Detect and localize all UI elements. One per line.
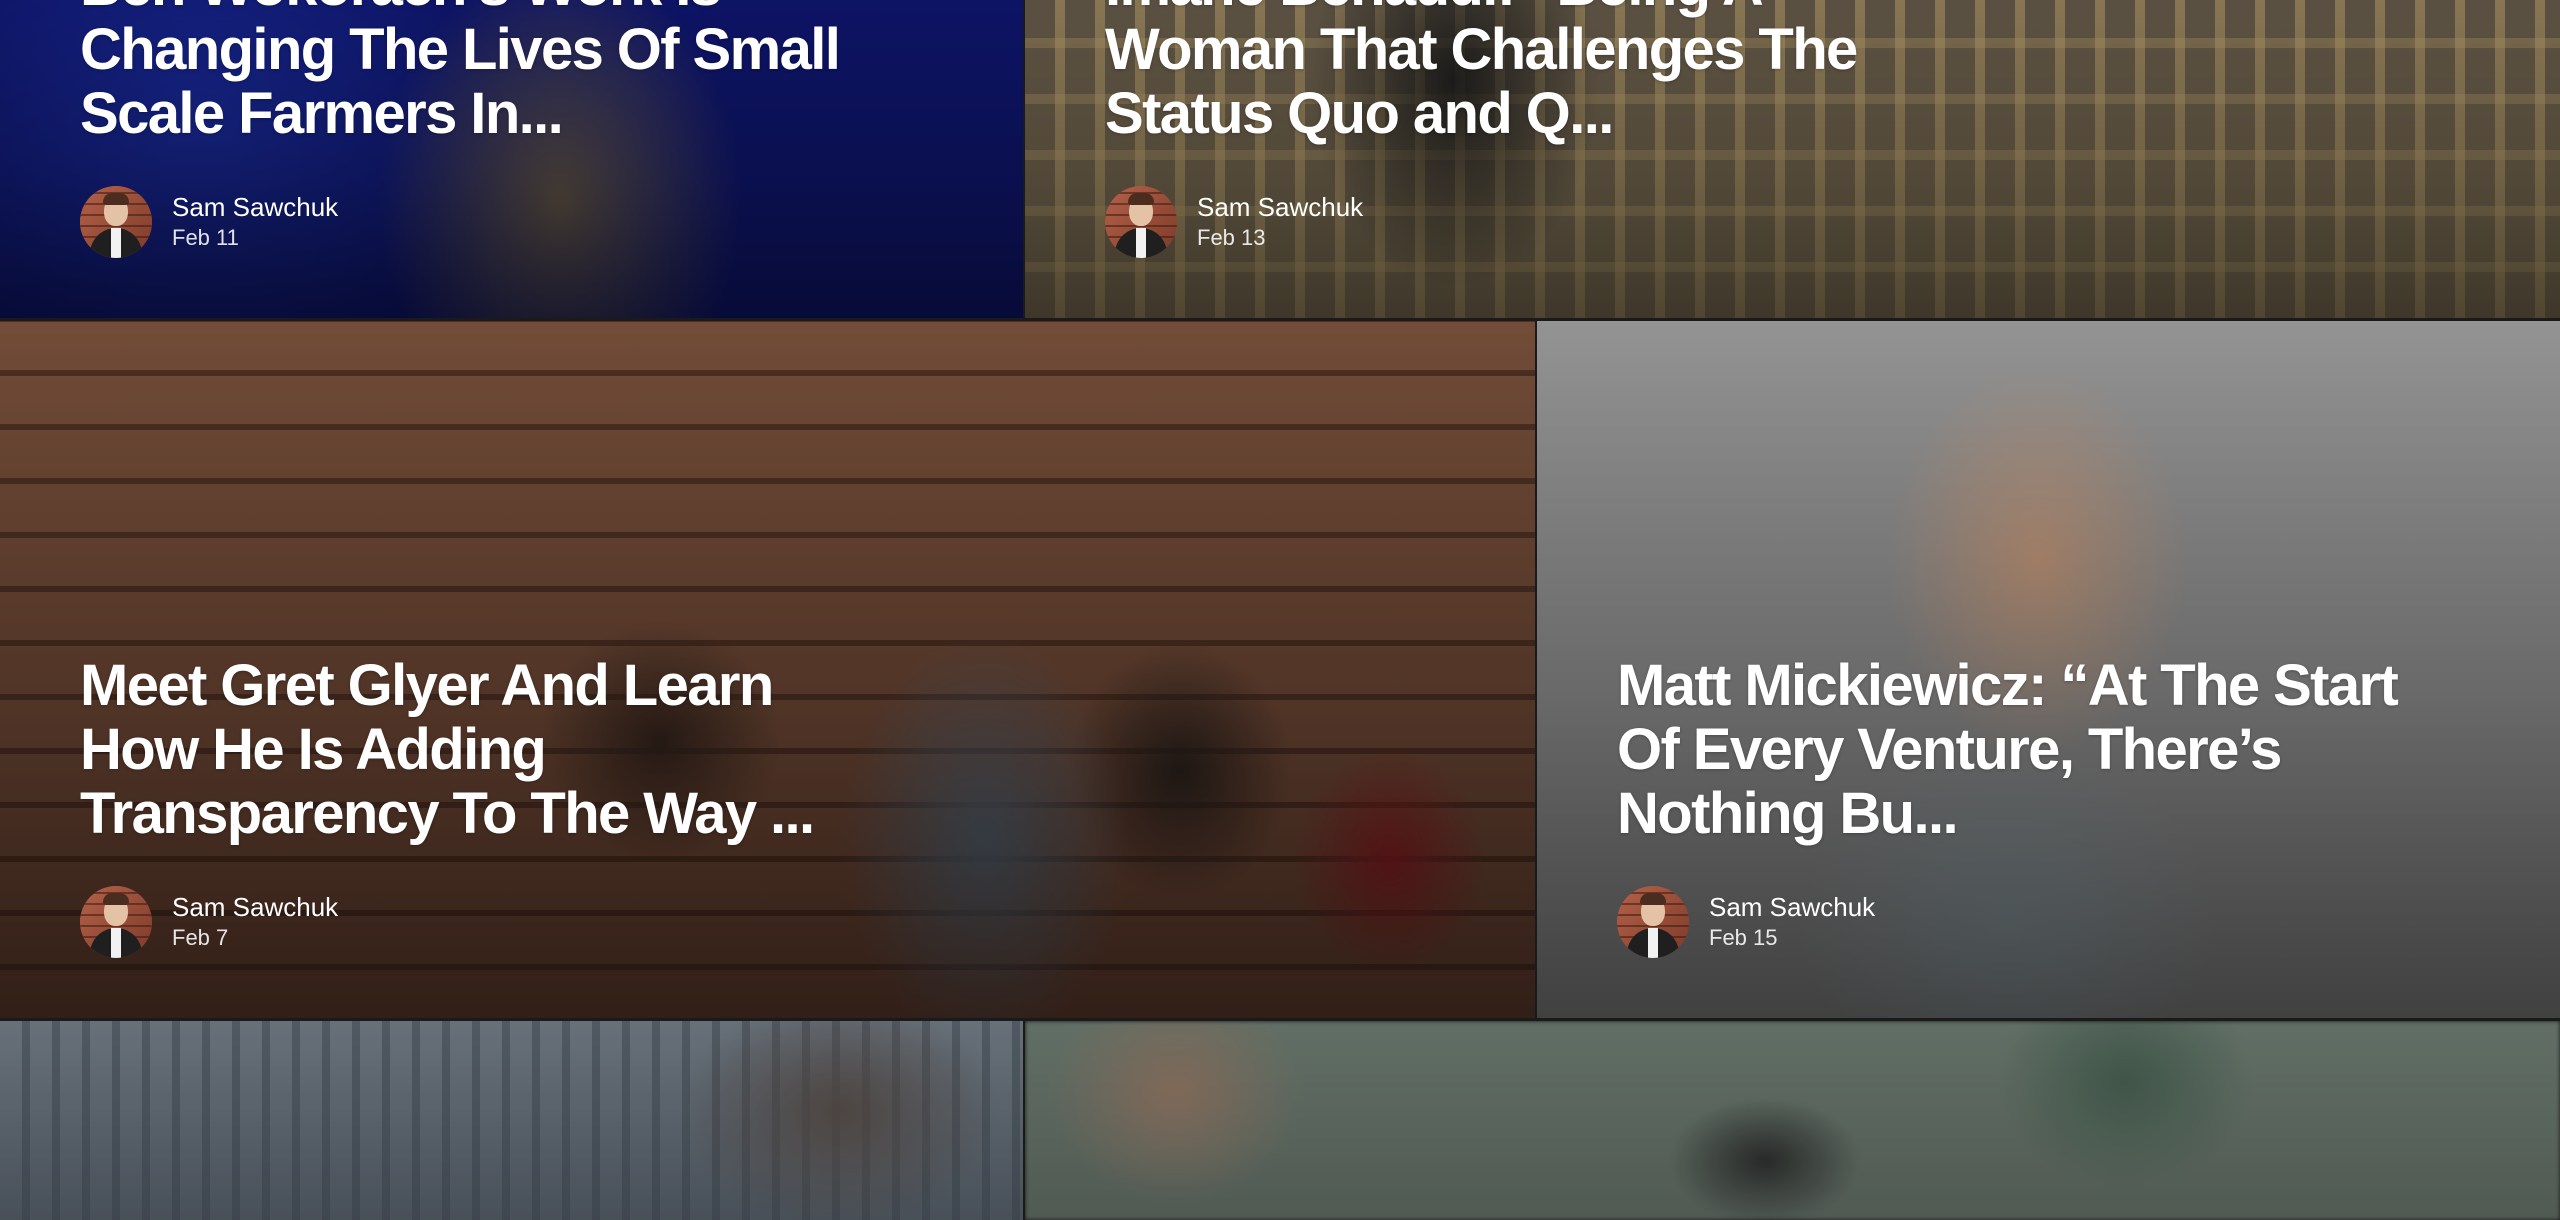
- article-author: Sam Sawchuk Feb 7: [80, 886, 1455, 958]
- article-title[interactable]: Matt Mickiewicz: “At The Start Of Every …: [1617, 654, 2457, 846]
- article-card[interactable]: [1025, 1021, 2560, 1220]
- article-date: Feb 15: [1709, 925, 1778, 950]
- author-avatar[interactable]: [80, 186, 152, 258]
- author-avatar[interactable]: [1617, 886, 1689, 958]
- article-date: Feb 13: [1197, 225, 1266, 250]
- article-author: Sam Sawchuk Feb 11: [80, 186, 943, 258]
- author-name[interactable]: Sam Sawchuk: [172, 891, 338, 923]
- article-card[interactable]: Imane Benaddi: “Being A Woman That Chall…: [1025, 0, 2560, 318]
- article-card[interactable]: Matt Mickiewicz: “At The Start Of Every …: [1537, 321, 2560, 1018]
- author-name[interactable]: Sam Sawchuk: [1197, 191, 1363, 223]
- article-author: Sam Sawchuk Feb 15: [1617, 886, 2480, 958]
- author-name[interactable]: Sam Sawchuk: [1709, 891, 1875, 923]
- article-title[interactable]: Meet Gret Glyer And Learn How He Is Addi…: [80, 654, 860, 846]
- article-title[interactable]: Imane Benaddi: “Being A Woman That Chall…: [1105, 0, 1925, 146]
- article-card[interactable]: Ben Wokorach's Work Is Changing The Live…: [0, 0, 1023, 318]
- article-card[interactable]: Meet Gret Glyer And Learn How He Is Addi…: [0, 321, 1535, 1018]
- article-author: Sam Sawchuk Feb 13: [1105, 186, 2480, 258]
- author-name[interactable]: Sam Sawchuk: [172, 191, 338, 223]
- author-avatar[interactable]: [80, 886, 152, 958]
- author-avatar[interactable]: [1105, 186, 1177, 258]
- article-date: Feb 7: [172, 925, 229, 950]
- article-title[interactable]: Ben Wokorach's Work Is Changing The Live…: [80, 0, 943, 146]
- article-date: Feb 11: [172, 225, 239, 250]
- article-grid: Ben Wokorach's Work Is Changing The Live…: [0, 0, 2560, 1220]
- article-card[interactable]: [0, 1021, 1023, 1220]
